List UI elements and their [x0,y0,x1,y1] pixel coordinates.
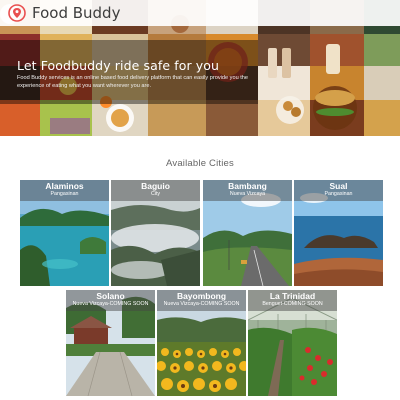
top-navbar: Food Buddy [0,0,400,26]
available-cities-heading: Available Cities [166,158,234,169]
city-name: Bayombong [176,291,227,301]
city-label: Solano Nueva Vizcaya-COMING SOON [66,290,155,311]
city-card-sual[interactable]: Sual Pangasinan [294,180,383,286]
city-label: Bayombong Nueva Vizcaya-COMING SOON [157,290,246,311]
hero-heading: Let Foodbuddy ride safe for you [17,58,220,73]
city-name: Solano [96,291,125,301]
city-label: La Trinidad Benguet-COMING SOON [248,290,337,311]
city-province: Nueva Vizcaya [229,191,266,197]
city-name: Sual [329,181,348,191]
city-province: Nueva Vizcaya-COMING SOON [163,301,240,307]
city-card-solano[interactable]: Solano Nueva Vizcaya-COMING SOON [66,290,155,396]
city-province: Pangasinan [324,191,353,197]
city-label: Baguio City [111,180,200,201]
city-label: Sual Pangasinan [294,180,383,201]
city-province: Pangasinan [50,191,79,197]
city-card-bambang[interactable]: Bambang Nueva Vizcaya [203,180,292,286]
city-name: Bambang [228,181,267,191]
city-name: Baguio [141,181,170,191]
city-name: La Trinidad [269,291,316,301]
location-pin-icon[interactable] [8,4,26,22]
city-card-baguio[interactable]: Baguio City [111,180,200,286]
city-card-alaminos[interactable]: Alaminos Pangasinan [20,180,109,286]
brand-name[interactable]: Food Buddy [32,4,120,22]
city-name: Alaminos [45,181,84,191]
city-province: City [150,191,161,197]
city-label: Alaminos Pangasinan [20,180,109,201]
city-card-bayombong[interactable]: Bayombong Nueva Vizcaya-COMING SOON [157,290,246,396]
hero-description: Food Buddy services is an online based f… [17,75,249,89]
city-province: Nueva Vizcaya-COMING SOON [72,301,149,307]
city-province: Benguet-COMING SOON [262,301,323,307]
city-label: Bambang Nueva Vizcaya [203,180,292,201]
city-card-la-trinidad[interactable]: La Trinidad Benguet-COMING SOON [248,290,337,396]
